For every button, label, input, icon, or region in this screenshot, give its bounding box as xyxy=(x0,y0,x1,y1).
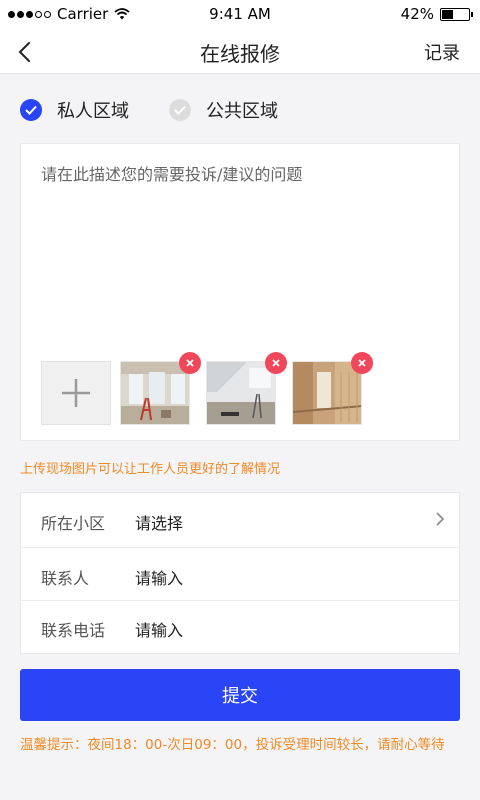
description-input[interactable]: 请在此描述您的需要投诉/建议的问题 xyxy=(41,161,302,185)
nav-bar: 在线报修 记录 xyxy=(0,30,480,74)
contact-row[interactable]: 联系人 请输入 xyxy=(21,548,459,601)
phone-row[interactable]: 联系电话 请输入 xyxy=(21,600,459,653)
battery-group: 42% xyxy=(400,5,473,23)
description-card[interactable]: 请在此描述您的需要投诉/建议的问题 xyxy=(20,143,460,441)
contact-input[interactable]: 请输入 xyxy=(135,565,183,589)
zone-option-public[interactable]: 公共区域 xyxy=(169,97,278,123)
upload-hint: 上传现场图片可以让工作人员更好的了解情况 xyxy=(20,462,281,477)
community-label: 所在小区 xyxy=(41,514,106,533)
battery-icon xyxy=(440,7,473,21)
submit-button[interactable]: 提交 xyxy=(20,669,460,721)
plus-icon xyxy=(62,379,90,407)
phone-input[interactable]: 请输入 xyxy=(135,617,183,641)
delete-photo-icon[interactable] xyxy=(179,352,201,374)
contact-label: 联系人 xyxy=(41,569,90,588)
zone-selector: 私人区域 公共区域 xyxy=(20,96,318,124)
page-title: 在线报修 xyxy=(200,42,280,66)
zone-option-private[interactable]: 私人区域 xyxy=(20,97,129,123)
add-photo-button[interactable] xyxy=(41,361,111,425)
contact-form: 所在小区 请选择 联系人 请输入 联系电话 请输入 xyxy=(20,492,460,654)
warm-tip: 温馨提示：夜间18：00-次日09：00，投诉受理时间较长，请耐心等待 xyxy=(20,737,445,753)
battery-percent: 42% xyxy=(400,5,434,23)
zone-private-label: 私人区域 xyxy=(57,101,129,122)
chevron-right-icon xyxy=(436,512,445,526)
record-link[interactable]: 记录 xyxy=(424,39,460,65)
unchecked-circle-icon[interactable] xyxy=(169,99,191,121)
photo-thumbnail[interactable] xyxy=(206,361,276,425)
community-select[interactable]: 请选择 xyxy=(135,510,183,534)
checked-circle-icon[interactable] xyxy=(20,99,42,121)
status-bar: Carrier 9:41 AM 42% xyxy=(0,0,480,30)
zone-public-label: 公共区域 xyxy=(206,101,278,122)
delete-photo-icon[interactable] xyxy=(351,352,373,374)
delete-photo-icon[interactable] xyxy=(265,352,287,374)
photo-thumbnail[interactable] xyxy=(292,361,362,425)
phone-label: 联系电话 xyxy=(41,621,106,640)
photo-thumbnail[interactable] xyxy=(120,361,190,425)
community-row[interactable]: 所在小区 请选择 xyxy=(21,493,459,546)
